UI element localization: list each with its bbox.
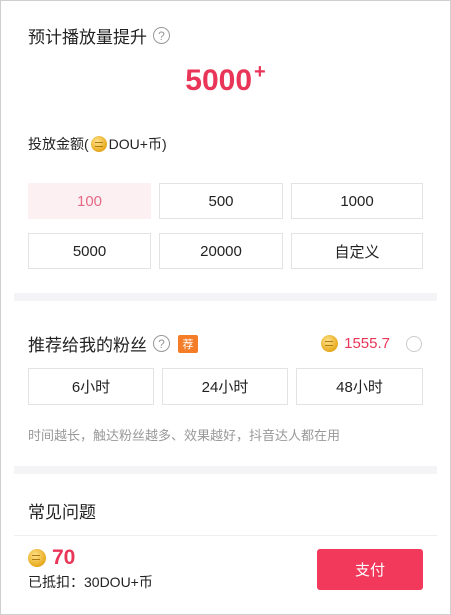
duration-option-6h[interactable]: 6小时 <box>28 368 154 405</box>
amount-label: 投放金额( DOU+币) <box>28 134 437 154</box>
amount-option-custom[interactable]: 自定义 <box>291 233 423 269</box>
estimate-title: 预计播放量提升 <box>28 28 147 47</box>
total-amount: 70 <box>52 546 76 569</box>
footer-total: 70 <box>28 546 75 570</box>
dou-coin-icon <box>90 136 107 152</box>
recommend-balance-group: 1555.7 <box>321 335 422 352</box>
footer-divider <box>14 535 437 536</box>
help-icon[interactable]: ? <box>153 335 170 352</box>
amount-option-500[interactable]: 500 <box>159 183 283 219</box>
deduct-value: 30DOU+币 <box>84 574 153 590</box>
dou-coin-icon <box>321 335 339 352</box>
dou-coin-icon <box>28 549 46 567</box>
recommend-balance: 1555.7 <box>344 335 390 352</box>
dou-plus-panel: 预计播放量提升 ? 5000 + 投放金额( DOU+币) 100 500 100… <box>0 0 451 615</box>
recommend-header: 推荐给我的粉丝 ? 荐 1555.7 <box>28 331 422 356</box>
duration-option-24h[interactable]: 24小时 <box>162 368 288 405</box>
help-icon[interactable]: ? <box>153 27 170 44</box>
section-divider <box>14 466 437 474</box>
recommend-hint: 时间越长，触达粉丝越多、效果越好，抖音达人都在用 <box>28 428 341 443</box>
estimate-value: 5000 + <box>14 61 437 98</box>
recommend-radio[interactable] <box>406 335 422 352</box>
deduct-label: 已抵扣： <box>28 574 84 590</box>
amount-label-suffix: DOU+币) <box>108 136 167 152</box>
recommend-tag: 荐 <box>178 334 198 353</box>
amount-option-100[interactable]: 100 <box>28 183 151 219</box>
pay-button[interactable]: 支付 <box>317 549 423 590</box>
section-divider <box>14 293 437 301</box>
amount-label-prefix: 投放金额( <box>28 136 89 152</box>
amount-option-20000[interactable]: 20000 <box>159 233 283 269</box>
amount-option-5000[interactable]: 5000 <box>28 233 151 269</box>
amount-option-1000[interactable]: 1000 <box>291 183 423 219</box>
duration-option-48h[interactable]: 48小时 <box>296 368 423 405</box>
recommend-title: 推荐给我的粉丝 <box>28 336 147 355</box>
deduct-line: 已抵扣：30DOU+币 <box>28 572 153 592</box>
estimate-number: 5000 <box>185 64 253 97</box>
faq-title[interactable]: 常见问题 <box>28 498 437 523</box>
estimate-header: 预计播放量提升 ? <box>14 23 437 48</box>
estimate-plus: + <box>254 61 266 83</box>
